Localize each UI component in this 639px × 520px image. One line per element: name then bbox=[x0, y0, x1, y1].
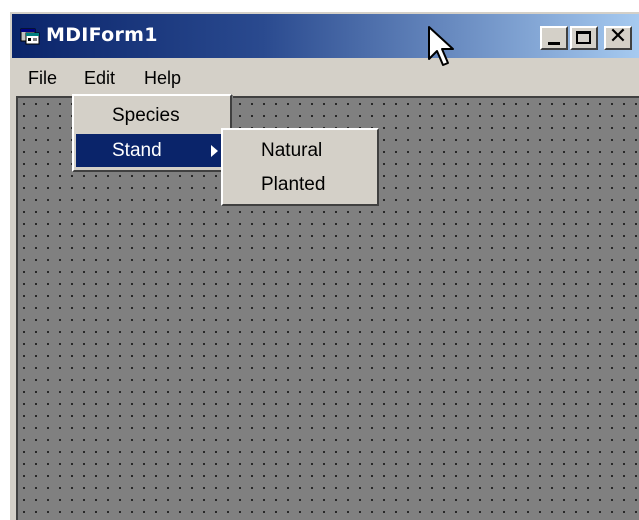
minimize-button[interactable] bbox=[540, 26, 568, 50]
maximize-icon bbox=[576, 31, 591, 44]
menu-bar: File Edit Help bbox=[12, 62, 639, 94]
menu-item-species[interactable]: Species bbox=[76, 99, 228, 132]
menu-item-species-label: Species bbox=[112, 105, 180, 126]
menu-edit[interactable]: Edit bbox=[78, 64, 121, 92]
menu-item-planted-label: Planted bbox=[261, 174, 326, 195]
menu-item-natural-label: Natural bbox=[261, 140, 323, 161]
edit-menu-popup: Species Stand bbox=[72, 94, 232, 172]
menu-item-stand[interactable]: Stand bbox=[76, 134, 228, 167]
menu-item-stand-label: Stand bbox=[112, 140, 162, 161]
window-title: MDIForm1 bbox=[46, 24, 158, 46]
menu-item-planted[interactable]: Planted bbox=[225, 168, 375, 201]
close-button[interactable]: ✕ bbox=[604, 24, 632, 50]
form-app-icon bbox=[20, 28, 40, 45]
maximize-button[interactable] bbox=[570, 26, 598, 50]
menu-file[interactable]: File bbox=[22, 64, 63, 92]
mdi-form-window: MDIForm1 ✕ File Edit Help bbox=[8, 10, 639, 520]
title-bar[interactable]: MDIForm1 ✕ bbox=[12, 14, 639, 58]
minimize-icon bbox=[548, 42, 560, 45]
menu-help[interactable]: Help bbox=[138, 64, 187, 92]
mouse-pointer-icon bbox=[428, 26, 454, 66]
stand-submenu-popup: Natural Planted bbox=[221, 128, 379, 206]
menu-item-natural[interactable]: Natural bbox=[225, 134, 375, 167]
submenu-arrow-icon bbox=[211, 145, 218, 157]
close-icon: ✕ bbox=[608, 24, 628, 49]
